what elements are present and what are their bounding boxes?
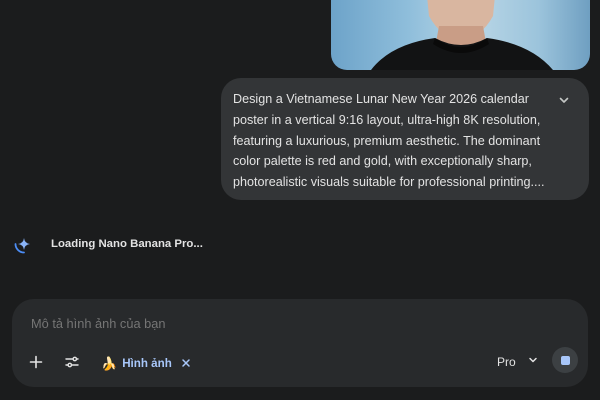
prompt-input[interactable]	[29, 315, 553, 332]
loading-text: Loading Nano Banana Pro...	[51, 238, 203, 250]
prompt-composer: 🍌 Hình ảnh Pro	[12, 299, 588, 387]
portrait-photo-icon	[371, 0, 553, 70]
chevron-down-icon	[527, 353, 539, 371]
model-label: Pro	[497, 355, 516, 369]
gemini-chat-page: Design a Vietnamese Lunar New Year 2026 …	[0, 0, 600, 400]
plus-icon[interactable]	[24, 350, 48, 374]
gemini-spark-spinner-icon	[12, 232, 36, 256]
attached-image-thumbnail[interactable]	[331, 0, 590, 70]
stop-generation-button[interactable]	[552, 347, 578, 373]
banana-icon: 🍌	[101, 355, 118, 371]
active-tool-label: Hình ảnh	[122, 356, 172, 370]
model-picker[interactable]: Pro	[497, 351, 539, 373]
stop-icon	[560, 355, 570, 365]
loading-status: Loading Nano Banana Pro...	[12, 232, 203, 256]
close-icon[interactable]	[181, 358, 191, 368]
user-prompt-bubble: Design a Vietnamese Lunar New Year 2026 …	[221, 78, 589, 200]
tune-icon[interactable]	[60, 350, 84, 374]
chevron-down-icon[interactable]	[557, 93, 571, 107]
user-prompt-text: Design a Vietnamese Lunar New Year 2026 …	[233, 92, 545, 190]
active-tool-chip[interactable]: 🍌 Hình ảnh	[101, 352, 191, 374]
